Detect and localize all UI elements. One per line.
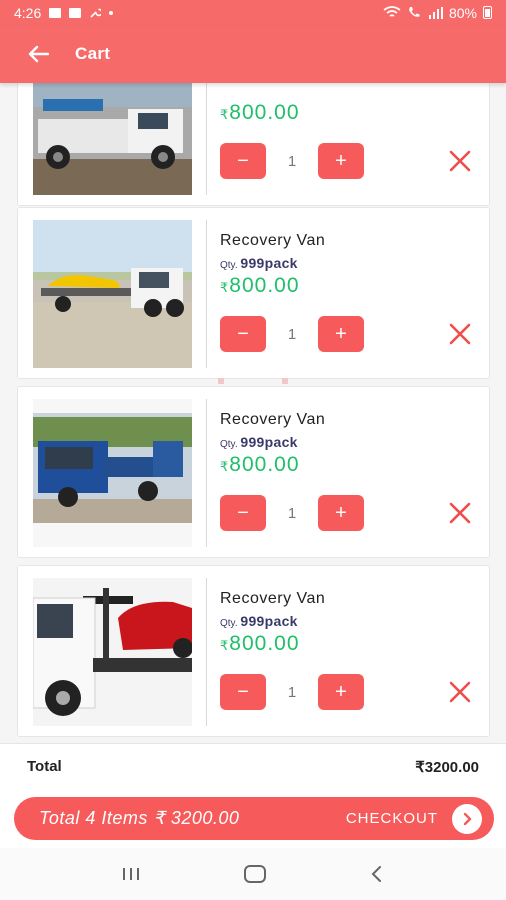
- checkout-summary: Total 4 Items ₹ 3200.00: [39, 808, 240, 828]
- total-row: Total ₹3200.00: [0, 743, 506, 789]
- wrench-icon: [90, 8, 102, 18]
- total-value: ₹3200.00: [415, 758, 479, 776]
- status-time: 4:26: [14, 4, 42, 21]
- decrease-quantity-button[interactable]: −: [220, 316, 266, 352]
- product-image[interactable]: [33, 578, 192, 726]
- cart-item: Recovery Van Qty. 999pack ₹800.00 − 1 +: [17, 565, 490, 737]
- scroll-artifact: [282, 378, 288, 384]
- quantity-value: 1: [287, 326, 297, 343]
- product-quantity-info: Qty. 999pack: [220, 434, 298, 450]
- square-icon: [69, 7, 82, 18]
- checkout-label: CHECKOUT: [345, 810, 438, 827]
- cart-item: Recovery Van Qty. 999pack ₹800.00 − 1 +: [17, 207, 490, 379]
- recent-apps-icon[interactable]: [120, 866, 142, 882]
- decrease-quantity-button[interactable]: −: [220, 495, 266, 531]
- battery-icon: [483, 6, 492, 19]
- page-title: Cart: [75, 44, 111, 63]
- remove-item-icon[interactable]: [448, 501, 472, 525]
- cart-item: ₹800.00 − 1 +: [17, 83, 490, 206]
- product-name: Recovery Van: [220, 232, 326, 249]
- checkout-button[interactable]: Total 4 Items ₹ 3200.00 CHECKOUT: [14, 797, 494, 840]
- product-image[interactable]: [33, 220, 192, 368]
- back-arrow-icon: [28, 45, 49, 63]
- decrease-quantity-button[interactable]: −: [220, 143, 266, 179]
- system-nav-bar: [0, 848, 506, 900]
- quantity-value: 1: [287, 153, 297, 170]
- divider: [206, 220, 207, 368]
- increase-quantity-button[interactable]: +: [318, 316, 364, 352]
- price: ₹800.00: [220, 274, 300, 297]
- increase-quantity-button[interactable]: +: [318, 143, 364, 179]
- quantity-value: 1: [287, 684, 297, 701]
- quantity-value: 1: [287, 505, 297, 522]
- price: ₹800.00: [220, 453, 300, 476]
- product-name: Recovery Van: [220, 590, 326, 607]
- wifi-call-icon: [408, 7, 420, 17]
- divider: [206, 399, 207, 547]
- back-button[interactable]: [0, 25, 75, 83]
- cart-list[interactable]: ₹800.00 − 1 + Recovery Van Qty. 999pack …: [0, 83, 506, 743]
- dot-icon: [109, 10, 114, 15]
- remove-item-icon[interactable]: [448, 680, 472, 704]
- remove-item-icon[interactable]: [448, 322, 472, 346]
- increase-quantity-button[interactable]: +: [318, 495, 364, 531]
- wifi-icon: [383, 6, 401, 17]
- divider: [206, 83, 207, 195]
- cart-item: Recovery Van Qty. 999pack ₹800.00 − 1 +: [17, 386, 490, 558]
- checkout-area: Total 4 Items ₹ 3200.00 CHECKOUT: [0, 789, 506, 848]
- product-quantity-info: Qty. 999pack: [220, 613, 298, 629]
- image-icon: [49, 7, 62, 18]
- chevron-right-icon: [452, 803, 482, 834]
- increase-quantity-button[interactable]: +: [318, 674, 364, 710]
- product-image[interactable]: [33, 83, 192, 195]
- price: ₹800.00: [220, 632, 300, 655]
- status-bar: 4:26 80%: [0, 0, 506, 25]
- product-image[interactable]: [33, 399, 192, 547]
- total-label: Total: [27, 758, 62, 775]
- decrease-quantity-button[interactable]: −: [220, 674, 266, 710]
- divider: [206, 578, 207, 726]
- product-quantity-info: Qty. 999pack: [220, 255, 298, 271]
- signal-icon: [428, 6, 443, 19]
- remove-item-icon[interactable]: [448, 149, 472, 173]
- home-icon[interactable]: [243, 864, 267, 884]
- battery-percent: 80%: [448, 4, 477, 21]
- price: ₹800.00: [220, 101, 300, 124]
- scroll-artifact: [218, 378, 224, 384]
- app-bar: Cart: [0, 25, 506, 83]
- back-nav-icon[interactable]: [368, 864, 386, 884]
- product-name: Recovery Van: [220, 411, 326, 428]
